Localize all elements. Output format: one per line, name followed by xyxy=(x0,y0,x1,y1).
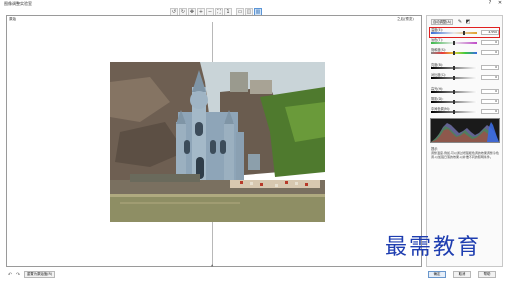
redo-icon[interactable]: ↷ xyxy=(15,272,21,278)
histogram xyxy=(430,118,500,143)
midtones-slider[interactable]: 中间色调(M): 0 xyxy=(430,106,502,116)
brightness-slider[interactable]: 亮度(B): 0 xyxy=(430,62,502,72)
tip-text: 调整温度,例如,可以通过增强暖色调的效果调整冷色调,以加强日落的效果,以补偿不同… xyxy=(431,151,499,159)
undo-icon[interactable]: ↶ xyxy=(7,272,13,278)
split-handle-icon[interactable]: ▲ xyxy=(211,263,215,267)
contrast-slider[interactable]: 对比度(C): 0 xyxy=(430,72,502,82)
ok-button[interactable]: 确定 xyxy=(428,271,446,278)
cancel-button[interactable]: 取消 xyxy=(453,271,471,278)
shadows-slider[interactable]: 阴影(D): 0 xyxy=(430,96,502,106)
slider-value-input[interactable]: 4,550 xyxy=(481,30,499,35)
slider-thumb[interactable] xyxy=(453,76,455,80)
window-title: 图像调整实验室 xyxy=(4,1,32,6)
slider-track[interactable] xyxy=(431,32,477,34)
svg-text:最需教育: 最需教育 xyxy=(385,235,481,259)
slider-value-input[interactable]: 0 xyxy=(481,50,499,55)
slider-thumb[interactable] xyxy=(453,90,455,94)
color-picker-icon[interactable]: ◩ xyxy=(465,19,471,25)
saturation-slider[interactable]: 饱和度(S): 0 xyxy=(430,47,502,57)
slider-value-input[interactable]: 0 xyxy=(481,89,499,94)
reset-button[interactable]: 重置为原始值(R) xyxy=(24,271,55,278)
after-label: 之后(预览) xyxy=(397,17,414,21)
slider-thumb[interactable] xyxy=(453,100,455,104)
slider-value-input[interactable]: 0 xyxy=(481,75,499,80)
preview-photo xyxy=(110,62,325,222)
adjustment-panel: 自动调整(A) ✎ ◩ 温度(E): 4,550 淡色(T): 0 饱和度(S): 0 亮度… xyxy=(426,15,503,267)
slider-thumb[interactable] xyxy=(463,31,466,35)
tint-slider[interactable]: 淡色(T): 0 xyxy=(430,37,502,47)
eyedropper-icon[interactable]: ✎ xyxy=(457,19,463,25)
slider-thumb[interactable] xyxy=(453,66,455,70)
slider-thumb[interactable] xyxy=(453,41,455,45)
temperature-slider[interactable]: 温度(E): 4,550 xyxy=(430,27,502,37)
slider-value-input[interactable]: 0 xyxy=(481,99,499,104)
auto-adjust-button[interactable]: 自动调整(A) xyxy=(431,19,453,25)
before-label: 原始 xyxy=(9,17,16,21)
help-button[interactable]: 帮助 xyxy=(478,271,496,278)
slider-value-input[interactable]: 0 xyxy=(481,109,499,114)
slider-thumb[interactable] xyxy=(453,110,455,114)
slider-value-input[interactable]: 0 xyxy=(481,65,499,70)
close-icon[interactable]: ✕ xyxy=(497,0,503,6)
watermark: 最需教育 xyxy=(385,233,485,264)
title-bar: 图像调整实验室 ? ✕ xyxy=(0,0,507,7)
preview-area: 原始 之后(预览) ▲ xyxy=(6,15,422,267)
slider-thumb[interactable] xyxy=(453,51,455,55)
dialog-footer: ↶ ↷ 重置为原始值(R) 确定 取消 帮助 xyxy=(0,268,507,282)
help-icon[interactable]: ? xyxy=(487,0,493,6)
highlights-slider[interactable]: 高光(H): 0 xyxy=(430,86,502,96)
slider-value-input[interactable]: 0 xyxy=(481,40,499,45)
